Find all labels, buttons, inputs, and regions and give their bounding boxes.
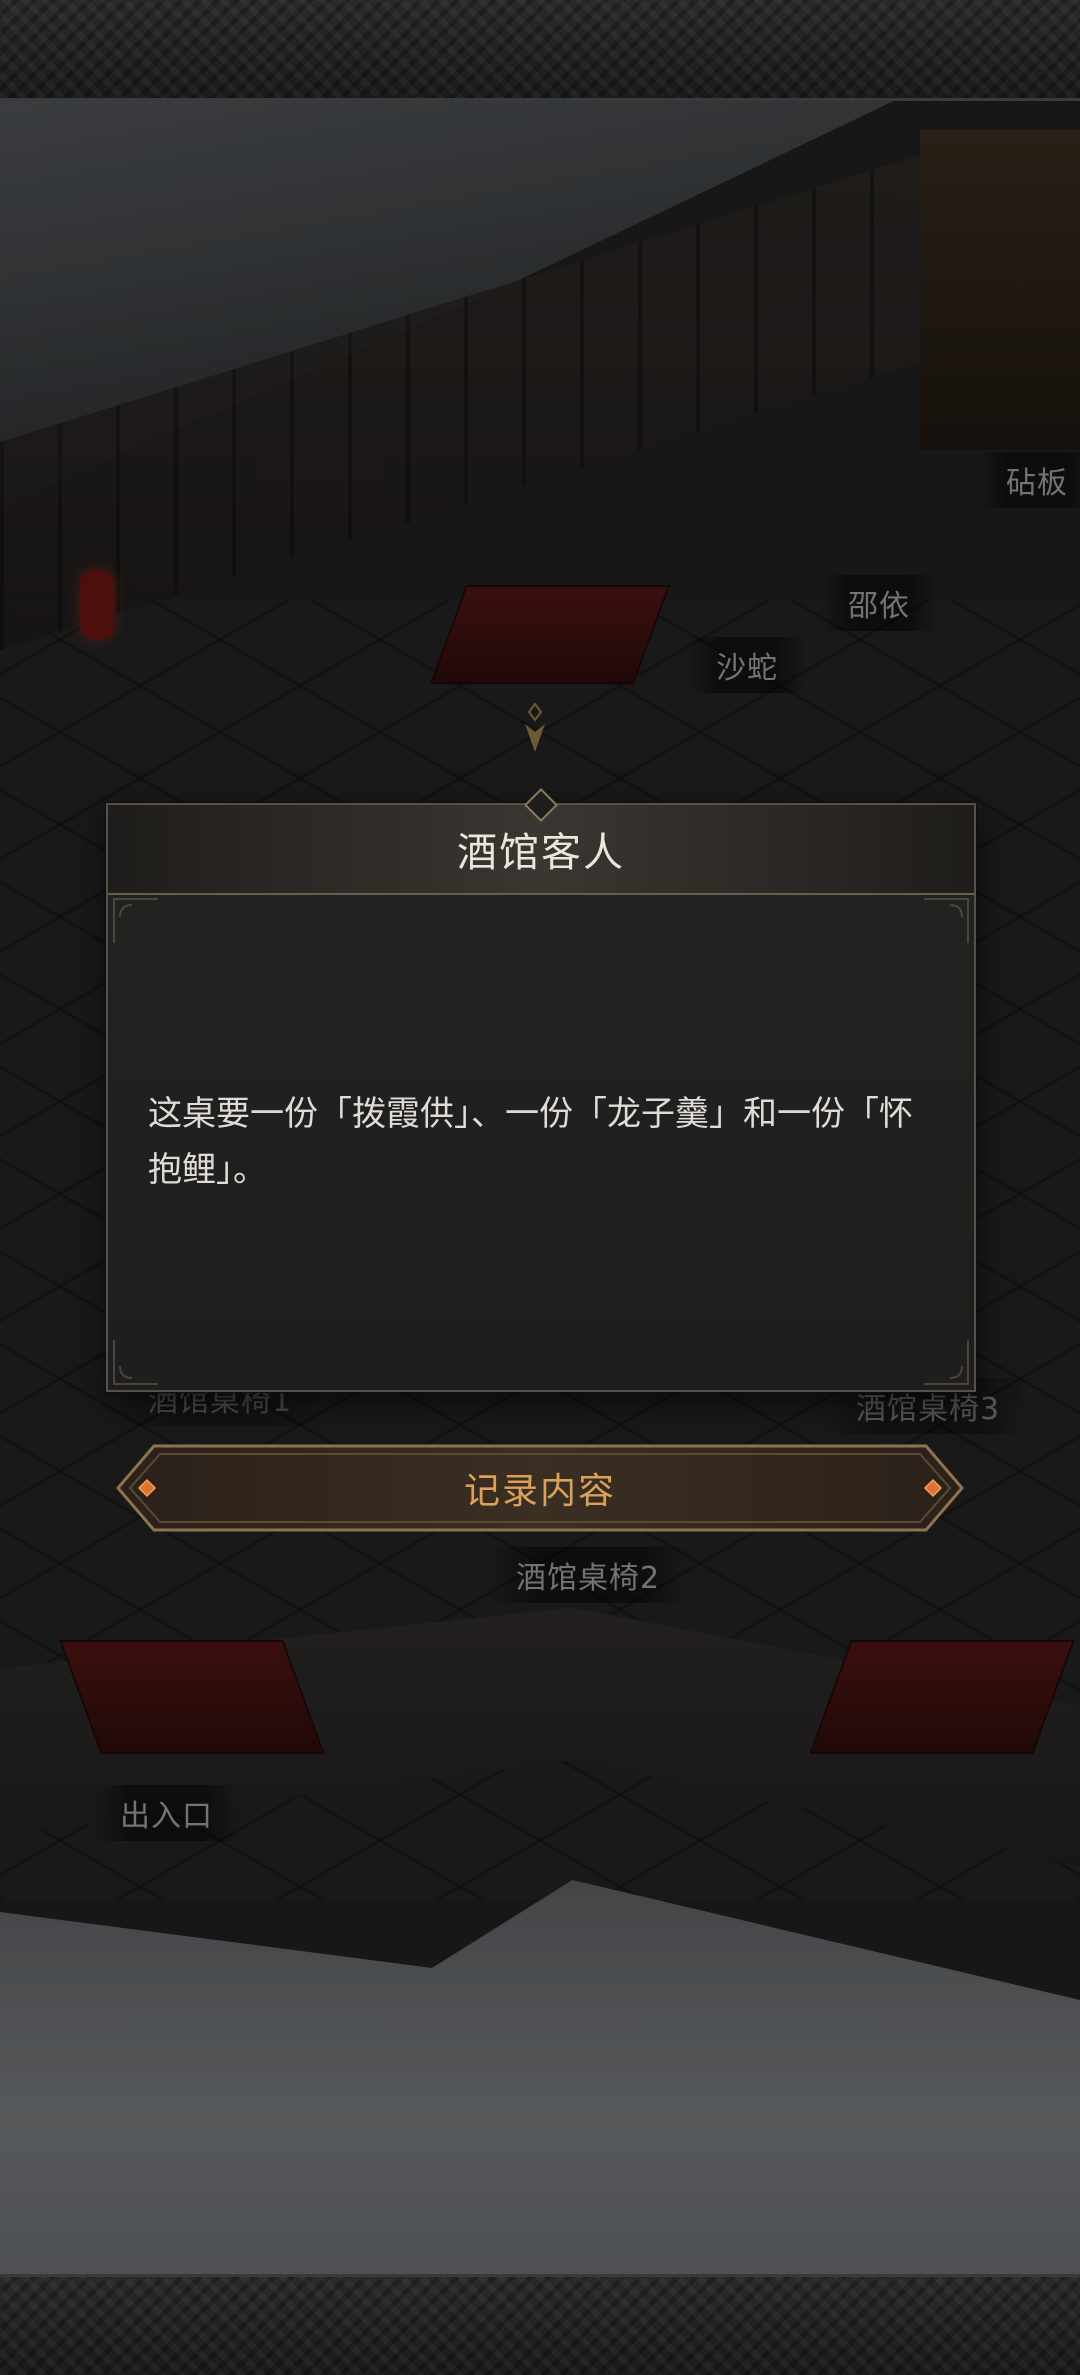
guest-dialog: 酒馆客人 这桌要一份「拨霞供」、一份「龙子羹」和一份「怀抱鲤」。 (106, 788, 976, 1392)
record-content-button[interactable]: 记录内容 (114, 1440, 966, 1536)
dialog-body: 这桌要一份「拨霞供」、一份「龙子羹」和一份「怀抱鲤」。 (148, 893, 934, 1390)
decorative-frame-bottom (0, 2274, 1080, 2375)
dialog-message: 这桌要一份「拨霞供」、一份「龙子羹」和一份「怀抱鲤」。 (148, 1093, 913, 1190)
decorative-frame-top (0, 0, 1080, 101)
dialog-title: 酒馆客人 (457, 830, 625, 876)
record-button-label: 记录内容 (463, 1471, 616, 1512)
